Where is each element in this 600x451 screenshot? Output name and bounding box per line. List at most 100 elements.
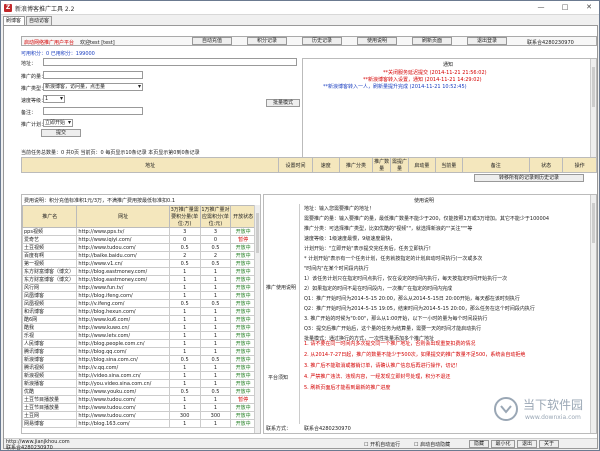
welcome-text: 欢迎test [test] (80, 40, 115, 46)
url-label: 地址： (21, 61, 37, 67)
maximize-button[interactable]: □ (553, 1, 577, 13)
usage-line: 3. 推广开始的时候为"0:00"，那么从1:00开始，以下一小时的量为每个时间… (304, 316, 488, 322)
note-input[interactable] (43, 107, 143, 115)
contact-text: 联系合4280230970 (527, 40, 574, 46)
minimize-tray-button[interactable]: 最小化 (491, 440, 515, 448)
site-row[interactable]: 腾讯博客 http://blog.qq.com/1 1 开放中 (22, 347, 256, 356)
site-row[interactable]: 优酷 http://www.youku.com/0.5 0.5 开放中 (22, 387, 256, 396)
site-cell: 开放中 (230, 331, 256, 340)
site-cell: 开放中 (230, 243, 256, 252)
site-row[interactable]: 和讯博客 http://blog.hexun.com/1 1 开放中 (22, 307, 256, 316)
site-row[interactable]: 新浪视频 http://video.sina.com.cn/1 1 开放中 (22, 371, 256, 380)
usage-line: 1）该任务计划只在指定时间点执行，仅在设定的时间内执行，每天按指定时间开始执行一… (304, 276, 508, 282)
site-row[interactable]: 百度有啊 http://baike.baidu.com/2 2 开放中 (22, 251, 256, 260)
usage-scrollbar[interactable] (590, 195, 596, 433)
site-row[interactable]: 第一视频 http://www.v1.cn/0.5 0.5 开放中 (22, 259, 256, 268)
site-row[interactable]: 土豆节目播放量 http://www.tudou.com/1 1 开放中 (22, 403, 256, 412)
help-button[interactable]: 使用说明 (357, 37, 397, 45)
site-row[interactable]: 东方财富博客（博文） http://blog.eastmoney.com/1 1 开放… (22, 275, 256, 284)
url-input[interactable] (43, 58, 297, 66)
site-cell: 爱奇艺 (22, 235, 78, 244)
hide-button[interactable]: 隐藏 (469, 440, 489, 448)
site-cell: 3 (199, 227, 232, 236)
site-cell: 1 (168, 347, 201, 356)
usage-warning-line: 1. 请不要在同一时间内多次提交同一个推广地址，否则会出现重复扣费的情况 (304, 341, 476, 347)
site-cell: 优酷 (22, 387, 78, 396)
notice-title: 通知 (443, 62, 454, 68)
site-row[interactable]: 凤凰博客 http://blog.ifeng.com/1 1 开放中 (22, 291, 256, 300)
minimize-button[interactable]: — (529, 1, 553, 13)
site-row[interactable]: 腾讯视频 http://v.qq.com/1 1 开放中 (22, 363, 256, 372)
site-cell: 东方财富博客（博文） (22, 275, 78, 284)
tab-brush-blog[interactable]: 刷博客 (3, 16, 25, 25)
site-row[interactable]: 凤凰视频 http://v.ifeng.com/0.5 0.5 开放中 (22, 299, 256, 308)
site-cell: 开放中 (230, 419, 256, 428)
usage-warning-line: 5. 刷新页面后才能看到最新的推广进度 (304, 385, 391, 391)
exit-button[interactable]: 退出 (517, 440, 537, 448)
speed-select[interactable]: 1 (43, 95, 65, 103)
site-cell: 1 (168, 275, 201, 284)
move-to-history-button[interactable]: 转移所有的记录到历史记录 (474, 174, 584, 182)
site-cell: http://www.tudou.com/ (76, 403, 170, 412)
site-row[interactable]: 酷我 http://www.kuwo.cn/1 1 开放中 (22, 323, 256, 332)
refresh-button[interactable]: 刷新页面 (412, 37, 452, 45)
notice-scrollbar[interactable] (590, 59, 596, 157)
app-icon: Z (4, 4, 12, 12)
points-record-button[interactable]: 积分记录 (247, 37, 287, 45)
site-cell: 300 (168, 411, 201, 420)
site-row[interactable]: 土豆节目播放量 http://www.tudou.com/1 1 暂停 (22, 395, 256, 404)
col-action: 操作 (562, 157, 597, 173)
site-cell: 1 (168, 339, 201, 348)
close-button[interactable]: ✕ (577, 1, 600, 13)
site-cell: 开放中 (230, 227, 256, 236)
notice-line-3[interactable]: **新浪博客转入一人，刷新量提升完成 (2014-11-21 10:52:45) (323, 83, 467, 90)
site-row[interactable]: 乐视 http://www.letv.com/1 1 开放中 (22, 331, 256, 340)
site-cell: 0.5 (168, 387, 201, 396)
site-cell: 酷我 (22, 323, 78, 332)
plan-select[interactable]: 立即开始 (43, 119, 73, 127)
autohide-label: 启动自动隐藏 (420, 442, 451, 448)
recharge-button[interactable]: 自动充值 (192, 37, 232, 45)
tab-auto-visitor[interactable]: 自动访客 (26, 16, 52, 25)
type-select[interactable]: 新浪博客，访问量，点击量 (43, 83, 143, 91)
site-cell: 开放中 (230, 347, 256, 356)
history-button[interactable]: 历史记录 (302, 37, 342, 45)
col-current: 当前量 (434, 157, 463, 173)
amount-input[interactable] (43, 71, 143, 79)
site-cell: 乐视 (22, 331, 78, 340)
autohide-checkbox[interactable]: ☐ 启动自动隐藏 (414, 441, 450, 448)
notice-line-1[interactable]: **关闭服务延迟提交 (2014-11-21 21:56:02) (383, 69, 487, 76)
note-label: 备注： (21, 110, 37, 116)
site-row[interactable]: 新浪博客 http://blog.sina.com.cn/0.5 0.5 开放中 (22, 355, 256, 364)
promo-link[interactable]: 启动网络推广用户平台 (24, 39, 74, 46)
submit-button[interactable]: 提交 (41, 129, 81, 137)
site-cell: 开放中 (230, 315, 256, 324)
about-button[interactable]: 关于 (539, 440, 559, 448)
site-cell: 1 (199, 307, 232, 316)
site-cell: 1 (199, 371, 232, 380)
notice-line-2[interactable]: **新浪博客转入设置，通知 (2014-11-21 14:29:02) (363, 76, 482, 83)
site-cell: 腾讯博客 (22, 347, 78, 356)
site-row[interactable]: 风行网 http://www.fun.tv/1 1 开放中 (22, 283, 256, 292)
site-row[interactable]: 酷6网 http://www.ku6.com/1 1 开放中 (22, 315, 256, 324)
site-cell: http://www.v1.cn/ (76, 259, 170, 268)
site-scrollbar[interactable] (254, 205, 260, 433)
site-row[interactable]: 土豆网 http://www.tudou.com/300 300 开放中 (22, 411, 256, 420)
site-row[interactable]: 土豆视频 http://www.tudou.com/0.5 0.5 开放中 (22, 243, 256, 252)
site-cell: 开放中 (230, 371, 256, 380)
site-cell: http://you.video.sina.com.cn/ (76, 379, 170, 388)
col-url: 地址 (20, 157, 280, 173)
site-row[interactable]: 网易博客 http://blog.163.com/1 1 开放中 (22, 419, 256, 428)
autorun-checkbox[interactable]: ☐ 开机自动运行 (364, 441, 400, 448)
batch-mode-button[interactable]: 批量模式 (266, 99, 300, 107)
site-cell: 土豆节目播放量 (22, 403, 78, 412)
site-row[interactable]: 人民博客 http://blog.people.com.cn/1 1 开放中 (22, 339, 256, 348)
site-row[interactable]: 新浪播客 http://you.video.sina.com.cn/1 1 开放中 (22, 379, 256, 388)
site-row[interactable]: 爱奇艺 http://www.iqiyi.com/0 0 暂停 (22, 235, 256, 244)
site-row[interactable]: 东方财富博客（博文） http://blog.eastmoney.com/1 1 开放… (22, 267, 256, 276)
logout-button[interactable]: 退出登录 (467, 37, 507, 45)
site-cell: http://v.qq.com/ (76, 363, 170, 372)
site-row[interactable]: pps视频 http://www.pps.tv/3 3 开放中 (22, 227, 256, 236)
site-cell: 酷6网 (22, 315, 78, 324)
usage-line: 速度等级：1级速度最慢，9级速度最快， (304, 236, 396, 242)
